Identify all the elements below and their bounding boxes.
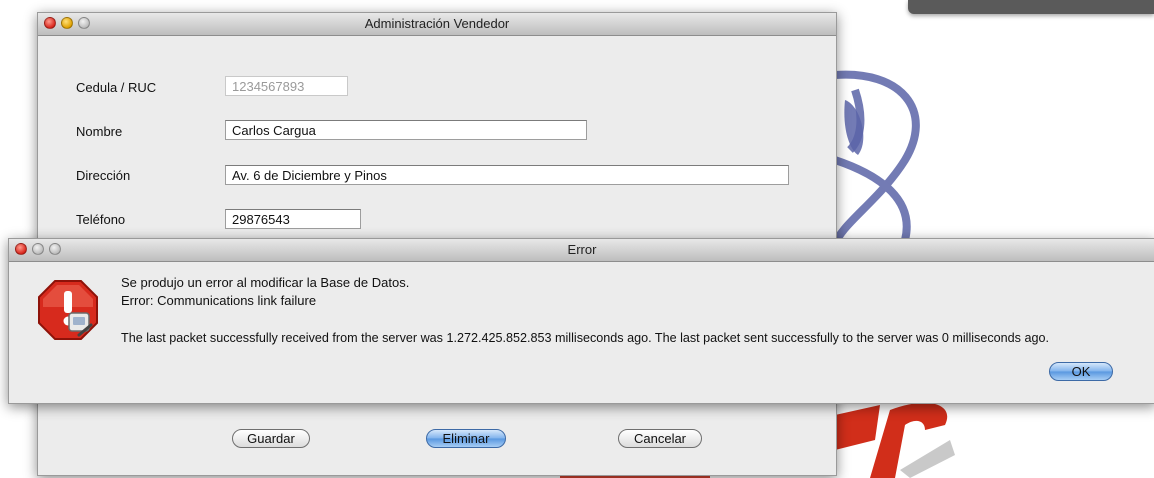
save-button[interactable]: Guardar: [232, 429, 310, 448]
error-dialog-titlebar[interactable]: Error: [9, 239, 1154, 262]
error-message-line1: Se produjo un error al modificar la Base…: [121, 275, 410, 290]
vendor-window-titlebar[interactable]: Administración Vendedor: [38, 13, 836, 36]
cancel-button[interactable]: Cancelar: [618, 429, 702, 448]
minimize-button[interactable]: [61, 17, 73, 29]
error-dialog-title: Error: [567, 242, 597, 257]
ok-button[interactable]: OK: [1049, 362, 1113, 381]
close-button[interactable]: [44, 17, 56, 29]
delete-button[interactable]: Eliminar: [426, 429, 506, 448]
background-window-edge: [908, 0, 1154, 14]
nombre-label: Nombre: [76, 124, 123, 139]
direccion-field[interactable]: Av. 6 de Diciembre y Pinos: [225, 165, 789, 185]
error-dialog: Error Se produjo un error al modificar l…: [8, 238, 1154, 404]
cedula-label: Cedula / RUC: [76, 80, 157, 95]
vendor-window-title: Administración Vendedor: [364, 16, 510, 31]
cedula-field[interactable]: 1234567893: [225, 76, 348, 96]
zoom-button[interactable]: [78, 17, 90, 29]
direccion-label: Dirección: [76, 168, 131, 183]
error-zoom-button[interactable]: [49, 243, 61, 255]
window-controls: [44, 17, 90, 29]
stop-alert-icon: [38, 280, 98, 340]
error-message-details: The last packet successfully received fr…: [121, 331, 1049, 345]
error-close-button[interactable]: [15, 243, 27, 255]
telefono-field[interactable]: 29876543: [225, 209, 361, 229]
nombre-field[interactable]: Carlos Cargua: [225, 120, 587, 140]
error-window-controls: [15, 243, 61, 255]
telefono-label: Teléfono: [76, 212, 126, 227]
error-message-line2: Error: Communications link failure: [121, 293, 317, 308]
error-minimize-button[interactable]: [32, 243, 44, 255]
